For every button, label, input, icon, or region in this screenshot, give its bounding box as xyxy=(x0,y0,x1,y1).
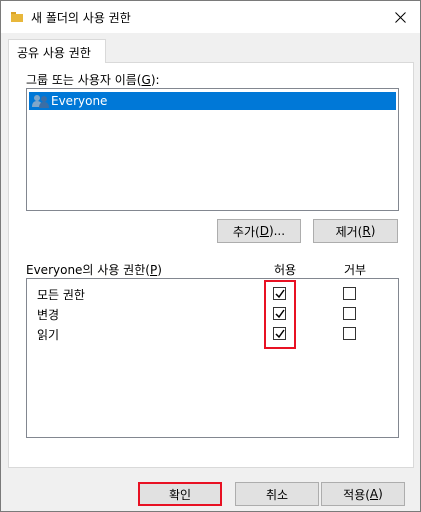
remove-button[interactable]: 제거(R) xyxy=(313,219,398,243)
deny-header: 거부 xyxy=(344,263,367,277)
close-button[interactable] xyxy=(380,1,420,33)
users-list[interactable]: Everyone xyxy=(26,88,399,211)
group-users-label: 그룹 또는 사용자 이름(G): xyxy=(26,73,160,87)
users-icon xyxy=(32,94,50,108)
cancel-button[interactable]: 취소 xyxy=(235,482,319,506)
ok-button[interactable]: 확인 xyxy=(138,482,222,506)
list-item-label: Everyone xyxy=(51,94,108,108)
apply-button[interactable]: 적용(A) xyxy=(321,482,405,506)
tab-share-permissions[interactable]: 공유 사용 권한 xyxy=(8,39,106,63)
permissions-label: Everyone의 사용 권한(P) xyxy=(26,263,162,277)
perm-row-full-control: 모든 권한 xyxy=(27,284,398,304)
window-title: 새 폴더의 사용 권한 xyxy=(31,11,131,25)
perm-name: 모든 권한 xyxy=(37,288,85,302)
deny-checkbox-read[interactable] xyxy=(343,327,356,340)
list-item-everyone[interactable]: Everyone xyxy=(29,92,396,110)
folder-icon xyxy=(11,11,23,23)
permissions-list: 모든 권한 변경 읽기 xyxy=(26,278,399,438)
tab-panel: 그룹 또는 사용자 이름(G): Everyone 추가(D)... 제거(R)… xyxy=(8,62,414,468)
title-bar: 새 폴더의 사용 권한 xyxy=(1,1,420,33)
deny-checkbox-change[interactable] xyxy=(343,307,356,320)
perm-row-read: 읽기 xyxy=(27,324,398,344)
close-icon xyxy=(394,11,406,23)
perm-name: 읽기 xyxy=(37,328,60,342)
tab-label: 공유 사용 권한 xyxy=(17,46,91,60)
deny-checkbox-full-control[interactable] xyxy=(343,287,356,300)
add-button[interactable]: 추가(D)... xyxy=(217,219,301,243)
allow-column-highlight xyxy=(264,280,296,349)
perm-name: 변경 xyxy=(37,308,60,322)
allow-header: 허용 xyxy=(274,263,297,277)
permissions-dialog: 새 폴더의 사용 권한 공유 사용 권한 그룹 또는 사용자 이름(G): Ev… xyxy=(0,0,421,512)
perm-row-change: 변경 xyxy=(27,304,398,324)
